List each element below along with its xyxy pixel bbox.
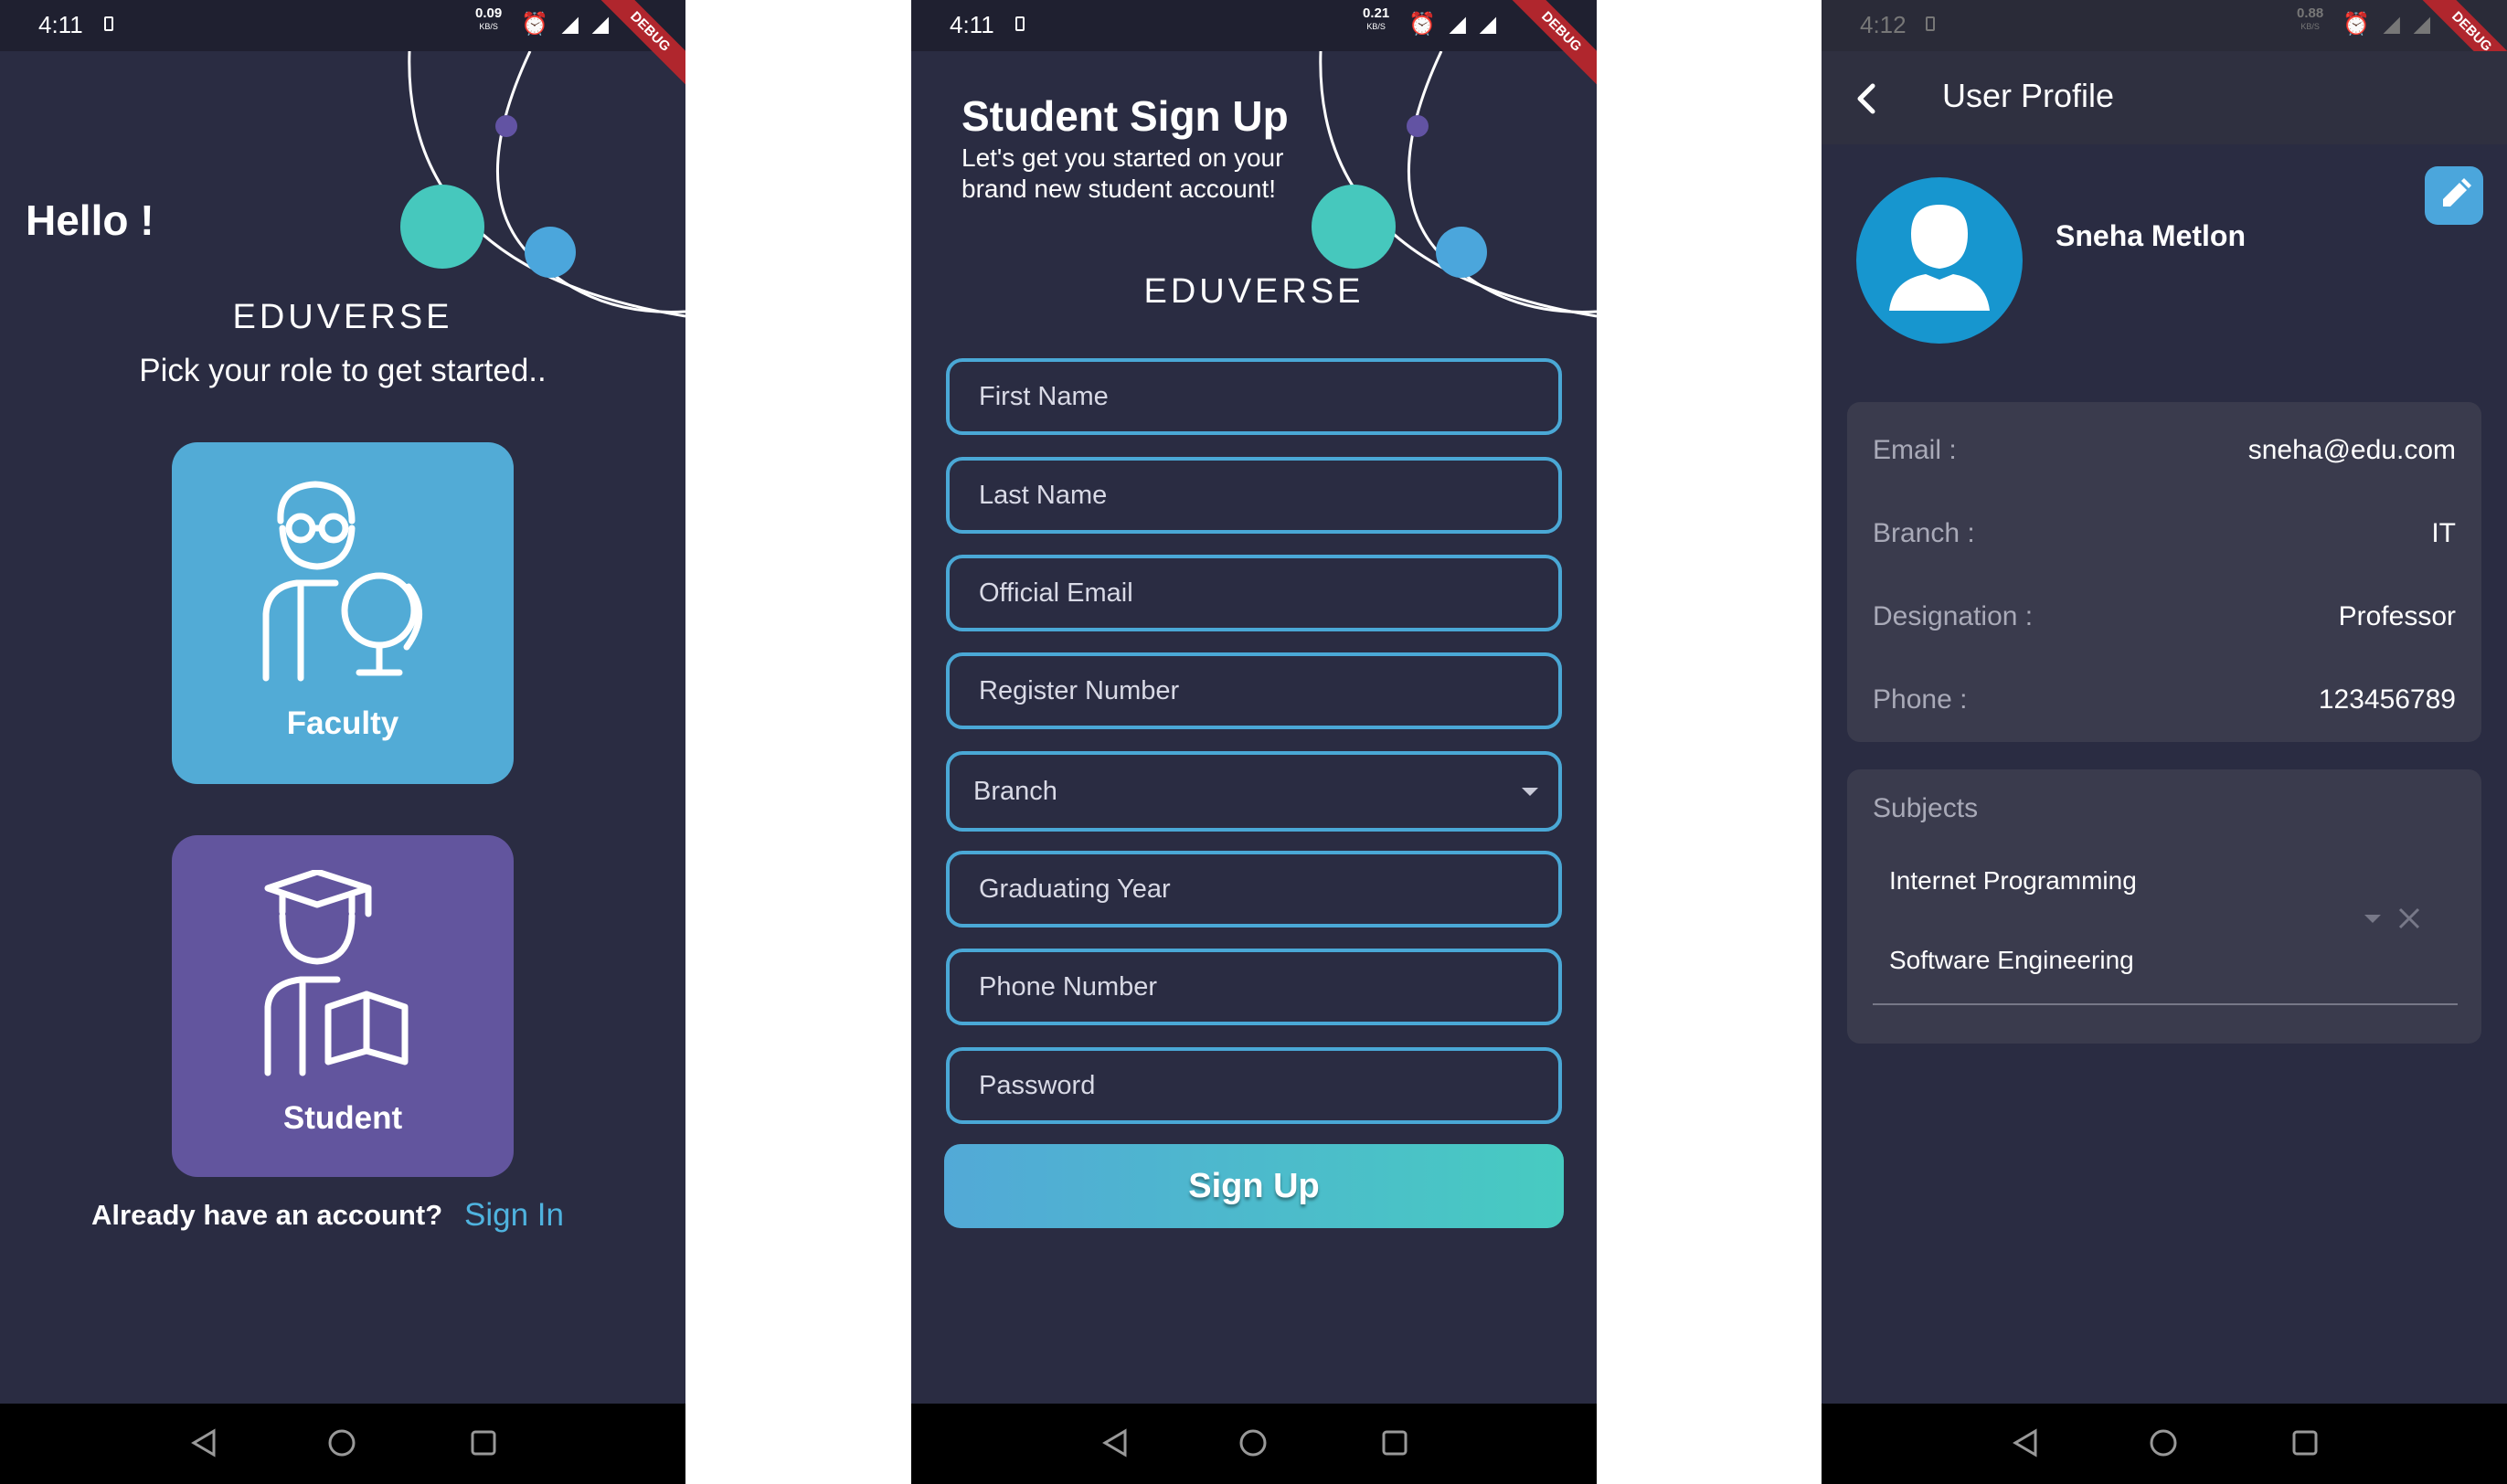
sign-in-link[interactable]: Sign In [464, 1197, 564, 1234]
student-signup-screen: 4:11 0.21 KB/S ⏰ ◢ ◢ DEBUG Student Sign U… [911, 0, 1597, 1484]
home-nav-icon[interactable] [1238, 1427, 1269, 1458]
brand-name: EDUVERSE [1143, 272, 1365, 311]
clear-icon[interactable] [2395, 905, 2423, 932]
status-icons: ⏰ ◢ ◢ [2342, 12, 2435, 37]
register-number-field[interactable]: Register Number [946, 652, 1562, 729]
brand-name: EDUVERSE [232, 298, 453, 336]
student-label: Student [282, 1100, 403, 1136]
system-nav-bar [0, 1404, 685, 1484]
network-speed: 0.09 KB/S [475, 5, 503, 31]
last-name-field[interactable]: Last Name [946, 457, 1562, 534]
recents-nav-icon[interactable] [468, 1427, 499, 1458]
sim-icon [1015, 16, 1025, 31]
first-name-field[interactable]: First Name [946, 358, 1562, 435]
status-time: 4:11 [950, 11, 994, 38]
branch-dropdown[interactable]: Branch [946, 751, 1562, 832]
student-icon [264, 870, 409, 1076]
status-bar: 4:11 0.09 KB/S ⏰ ◢ ◢ DEBUG [0, 0, 685, 90]
account-question: Already have an account? [91, 1199, 443, 1231]
status-bar: 4:11 0.21 KB/S ⏰ ◢ ◢ DEBUG [911, 0, 1597, 90]
app-bar-title: User Profile [1942, 77, 2115, 114]
profile-name: Sneha Metlon [2056, 219, 2247, 252]
faculty-role-card[interactable]: Faculty [172, 442, 514, 784]
phone-number-field[interactable]: Phone Number [946, 949, 1562, 1025]
status-icons: ⏰ ◢ ◢ [521, 12, 613, 37]
graduating-year-field[interactable]: Graduating Year [946, 851, 1562, 928]
recents-nav-icon[interactable] [2289, 1427, 2321, 1458]
status-icons: ⏰ ◢ ◢ [1408, 12, 1501, 37]
pencil-icon [2443, 178, 2471, 207]
dropdown-arrow-icon[interactable] [2359, 905, 2386, 932]
back-nav-icon[interactable] [1099, 1427, 1131, 1458]
faculty-icon [262, 481, 422, 682]
role-select-screen: 4:11 0.09 KB/S ⏰ ◢ ◢ DEBUG Hello ! EDUVER… [0, 0, 685, 1484]
recents-nav-icon[interactable] [1379, 1427, 1410, 1458]
role-prompt: Pick your role to get started.. [139, 353, 547, 388]
subjects-card: Subjects Internet Programming Software E… [1847, 769, 2481, 1044]
back-arrow-icon[interactable] [1849, 80, 1886, 117]
subjects-label: Subjects [1873, 793, 1979, 823]
status-time: 4:11 [38, 11, 83, 38]
user-profile-screen: 4:12 0.88 KB/S ⏰ ◢ ◢ DEBUG User Profile S… [1822, 0, 2507, 1484]
system-nav-bar [911, 1404, 1597, 1484]
subject-chip[interactable]: Software Engineering [1889, 946, 2134, 975]
network-speed: 0.21 KB/S [1363, 5, 1390, 31]
sim-icon [104, 16, 113, 31]
subjects-underline [1873, 1003, 2458, 1005]
page-subtitle: Let's get you started on your brand new … [961, 143, 1284, 203]
system-nav-bar [1822, 1404, 2507, 1484]
faculty-label: Faculty [286, 705, 399, 741]
profile-details-card: Email : sneha@edu.com Branch : IT Designat… [1847, 402, 2481, 742]
edit-profile-button[interactable] [2425, 166, 2483, 225]
home-nav-icon[interactable] [326, 1427, 357, 1458]
subject-chip[interactable]: Internet Programming [1889, 866, 2137, 896]
status-time: 4:12 [1860, 11, 1907, 38]
page-title: Student Sign Up [961, 92, 1289, 140]
back-nav-icon[interactable] [188, 1427, 219, 1458]
student-role-card[interactable]: Student [172, 835, 514, 1177]
back-nav-icon[interactable] [2010, 1427, 2041, 1458]
user-silhouette-icon [1889, 205, 1990, 311]
password-field[interactable]: Password [946, 1047, 1562, 1124]
official-email-field[interactable]: Official Email [946, 555, 1562, 631]
dropdown-arrow-icon [1522, 788, 1538, 796]
sim-icon [1926, 16, 1935, 31]
status-bar: 4:12 0.88 KB/S ⏰ ◢ ◢ DEBUG [1822, 0, 2507, 90]
network-speed: 0.88 KB/S [2297, 5, 2324, 31]
home-nav-icon[interactable] [2148, 1427, 2179, 1458]
sign-up-button[interactable]: Sign Up [944, 1144, 1564, 1228]
avatar [1856, 177, 2023, 344]
greeting: Hello ! [26, 196, 154, 244]
app-bar: User Profile [1822, 51, 2507, 144]
